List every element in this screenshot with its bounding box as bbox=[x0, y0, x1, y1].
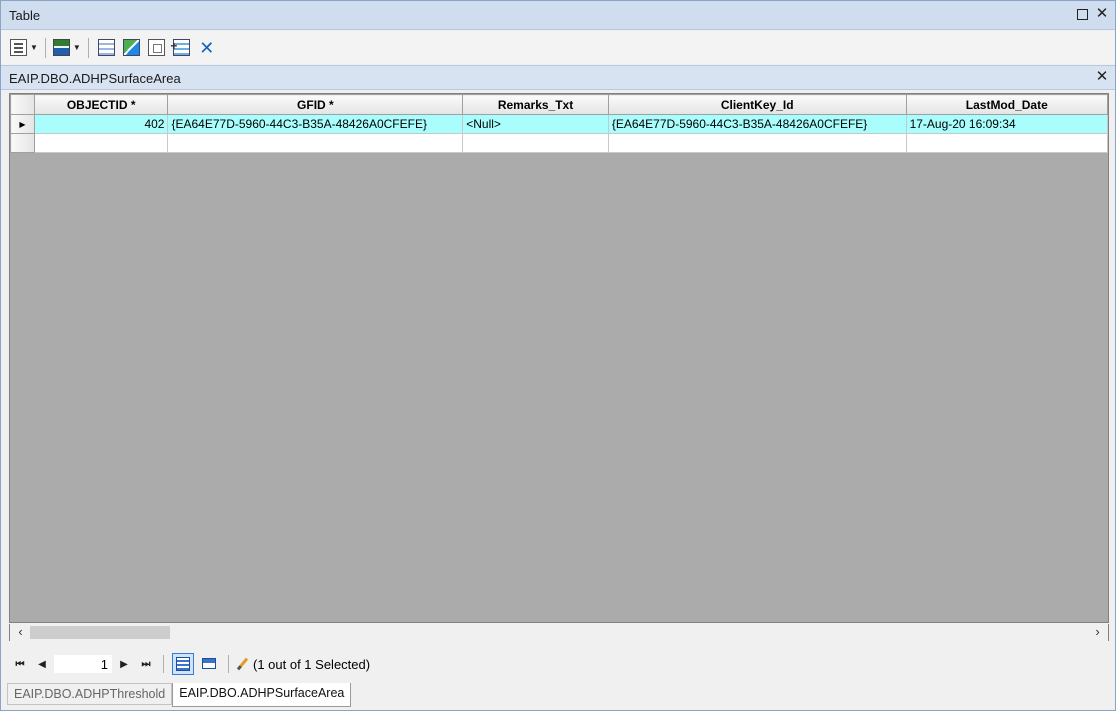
column-header-objectid[interactable]: OBJECTID * bbox=[33, 94, 169, 115]
show-all-records-button[interactable] bbox=[172, 653, 194, 675]
cell-gfid[interactable]: {EA64E77D-5960-44C3-B35A-48426A0CFEFE} bbox=[167, 114, 464, 134]
scrollbar-thumb[interactable] bbox=[30, 626, 170, 639]
clear-selection-icon bbox=[148, 39, 166, 56]
cell-clientkey-id[interactable]: {EA64E77D-5960-44C3-B35A-48426A0CFEFE} bbox=[607, 114, 907, 134]
toolbar-divider bbox=[44, 37, 46, 58]
restore-icon[interactable] bbox=[1075, 6, 1089, 22]
close-icon[interactable]: ✕ bbox=[1095, 6, 1109, 22]
column-header-clientkey-id[interactable]: ClientKey_Id bbox=[607, 94, 907, 115]
zoom-to-selected-icon bbox=[170, 39, 191, 56]
table-tabs: EAIP.DBO.ADHPThreshold EAIP.DBO.ADHPSurf… bbox=[7, 683, 352, 707]
attribute-grid: OBJECTID * GFID * Remarks_Txt ClientKey_… bbox=[9, 93, 1109, 623]
cell-objectid[interactable]: 402 bbox=[33, 114, 169, 134]
scroll-left-icon[interactable]: ‹ bbox=[12, 624, 29, 641]
window-controls: ✕ bbox=[1075, 6, 1109, 22]
row-selector[interactable] bbox=[10, 133, 35, 153]
nav-divider bbox=[163, 655, 164, 673]
close-table-icon[interactable]: ✕ bbox=[1095, 69, 1109, 85]
chevron-down-icon: ▼ bbox=[72, 43, 81, 52]
toolbar-divider bbox=[87, 37, 89, 58]
record-navigation-bar: ⏮ ◀ ▶ ⏭ (1 out of 1 Selected) bbox=[9, 649, 1109, 679]
selection-status: (1 out of 1 Selected) bbox=[253, 656, 371, 672]
empty-cell[interactable] bbox=[905, 133, 1108, 153]
scroll-right-icon[interactable]: › bbox=[1089, 624, 1106, 641]
current-record-input[interactable] bbox=[53, 654, 113, 674]
delete-icon: ✕ bbox=[199, 37, 215, 58]
nav-divider bbox=[228, 655, 229, 673]
select-by-attributes-button[interactable] bbox=[96, 36, 118, 60]
empty-cell[interactable] bbox=[462, 133, 609, 153]
table-name-bar: EAIP.DBO.ADHPSurfaceArea ✕ bbox=[1, 65, 1115, 90]
clear-selection-button[interactable] bbox=[146, 36, 168, 60]
column-header-remarks-txt[interactable]: Remarks_Txt bbox=[462, 94, 609, 115]
empty-cell[interactable] bbox=[167, 133, 464, 153]
empty-cell[interactable] bbox=[607, 133, 907, 153]
switch-selection-icon bbox=[123, 39, 141, 56]
pencil-icon bbox=[235, 657, 249, 671]
all-records-icon bbox=[176, 657, 190, 671]
previous-record-button[interactable]: ◀ bbox=[31, 654, 53, 674]
table-toolbar: ▼ ▼ ✕ bbox=[1, 31, 1115, 64]
empty-cell[interactable] bbox=[33, 133, 169, 153]
tab-adhp-surface-area[interactable]: EAIP.DBO.ADHPSurfaceArea bbox=[172, 683, 352, 707]
table-window: Table ✕ ▼ ▼ ✕ EAIP. bbox=[0, 0, 1116, 711]
horizontal-scrollbar[interactable]: ‹ › bbox=[9, 624, 1109, 641]
new-row[interactable] bbox=[10, 133, 1108, 153]
select-by-attributes-icon bbox=[98, 39, 116, 56]
column-header-lastmod-date[interactable]: LastMod_Date bbox=[905, 94, 1108, 115]
first-record-button[interactable]: ⏮ bbox=[9, 654, 31, 674]
cell-lastmod-date[interactable]: 17-Aug-20 16:09:34 bbox=[905, 114, 1108, 134]
next-record-button[interactable]: ▶ bbox=[113, 654, 135, 674]
table-options-button[interactable]: ▼ bbox=[10, 36, 38, 60]
row-selector-arrow-icon[interactable]: ▶ bbox=[10, 114, 35, 134]
table-name: EAIP.DBO.ADHPSurfaceArea bbox=[9, 71, 181, 86]
related-tables-icon bbox=[52, 39, 70, 56]
corner-cell[interactable] bbox=[10, 94, 35, 115]
column-header-gfid[interactable]: GFID * bbox=[167, 94, 464, 115]
chevron-down-icon: ▼ bbox=[30, 43, 38, 52]
window-title: Table bbox=[9, 8, 41, 23]
switch-selection-button[interactable] bbox=[121, 36, 143, 60]
last-record-button[interactable]: ⏭ bbox=[135, 654, 157, 674]
related-tables-button[interactable]: ▼ bbox=[52, 36, 81, 60]
window-title-bar: Table ✕ bbox=[1, 1, 1115, 30]
cell-remarks-txt[interactable]: <Null> bbox=[462, 114, 609, 134]
selected-records-icon bbox=[202, 658, 216, 669]
tab-adhp-threshold[interactable]: EAIP.DBO.ADHPThreshold bbox=[7, 683, 173, 705]
zoom-to-selected-button[interactable] bbox=[170, 36, 193, 60]
delete-selected-button[interactable]: ✕ bbox=[196, 36, 218, 60]
attribute-table: OBJECTID * GFID * Remarks_Txt ClientKey_… bbox=[10, 94, 1108, 153]
table-row[interactable]: ▶ 402 {EA64E77D-5960-44C3-B35A-48426A0CF… bbox=[10, 114, 1108, 134]
header-row: OBJECTID * GFID * Remarks_Txt ClientKey_… bbox=[10, 94, 1108, 115]
show-selected-records-button[interactable] bbox=[198, 653, 220, 675]
table-options-icon bbox=[10, 39, 27, 56]
